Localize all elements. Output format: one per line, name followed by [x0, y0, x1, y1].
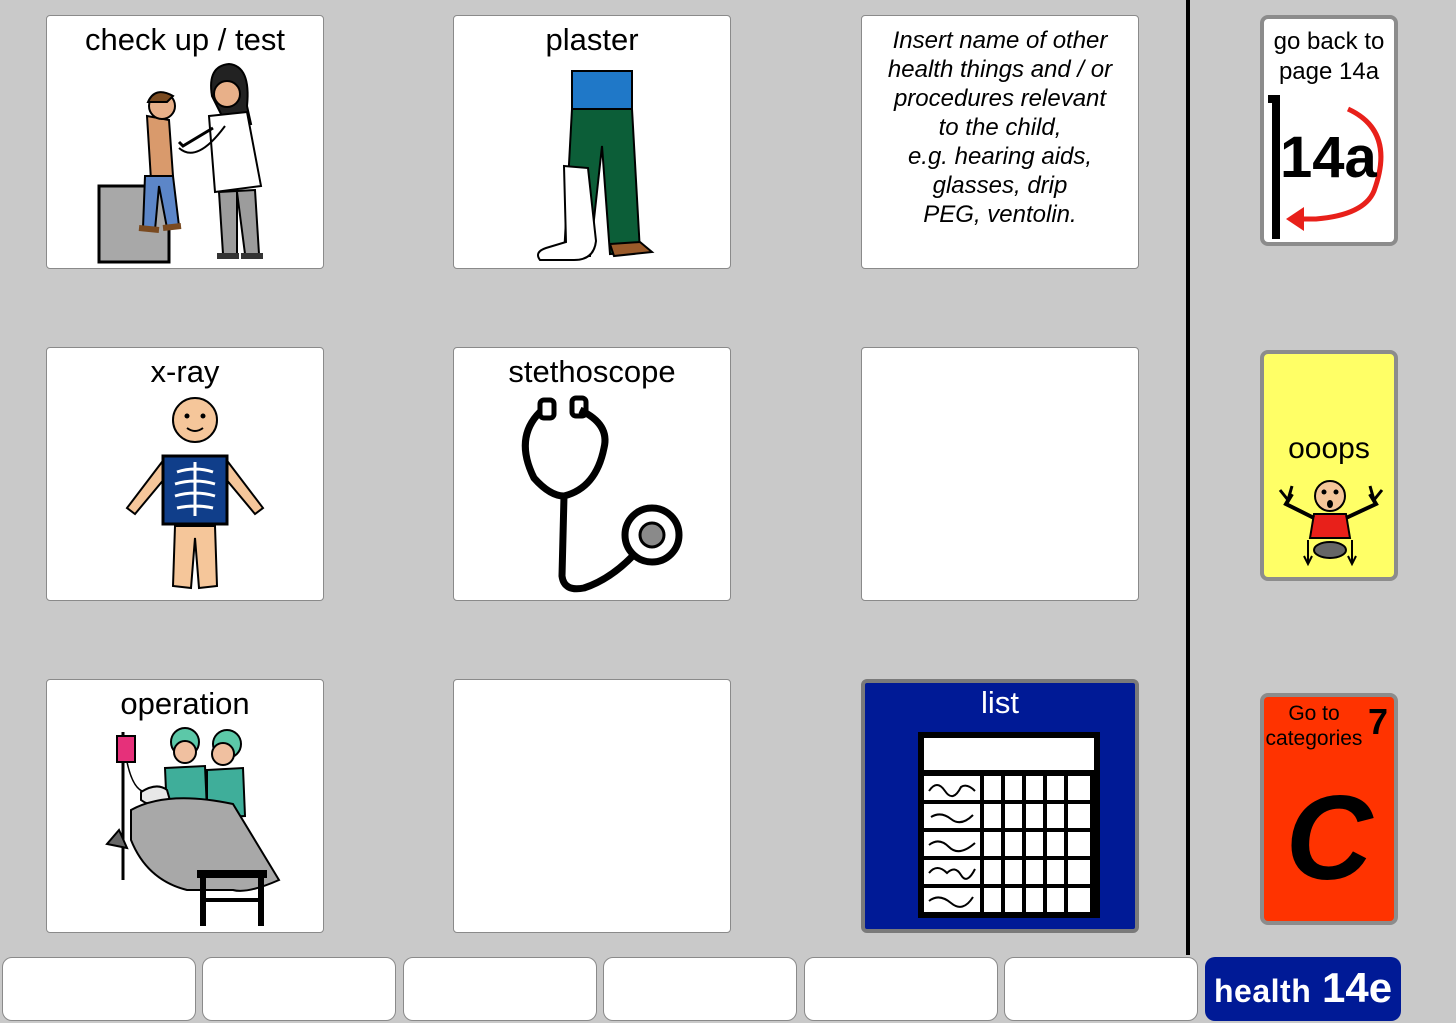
cell-empty[interactable]	[861, 347, 1139, 601]
note-line: e.g. hearing aids,	[907, 143, 1093, 170]
categories-letter-icon: C	[1285, 771, 1373, 905]
note-line: procedures relevant	[893, 85, 1107, 112]
oops-button[interactable]: ooops	[1260, 350, 1398, 581]
operation-icon	[105, 727, 281, 926]
cell-operation[interactable]: operation	[46, 679, 324, 933]
stethoscope-icon	[521, 395, 683, 593]
categories-number: 7	[1367, 701, 1388, 742]
xray-icon	[125, 397, 265, 590]
go-back-icon-text: 14a	[1280, 125, 1378, 190]
instruction-note: Insert name of other health things and /…	[870, 26, 1130, 229]
message-slot[interactable]	[403, 957, 597, 1021]
message-slot[interactable]	[2, 957, 196, 1021]
categories-label-line: Go to	[1288, 702, 1340, 725]
message-slot[interactable]	[603, 957, 797, 1021]
cell-check-up-test[interactable]: check up / test	[46, 15, 324, 269]
go-back-button[interactable]: go back to page 14a 14a	[1260, 15, 1398, 246]
note-line: PEG, ventolin.	[923, 201, 1077, 228]
categories-label-line: categories	[1265, 727, 1363, 750]
note-line: to the child,	[938, 114, 1062, 141]
cell-plaster[interactable]: plaster	[453, 15, 731, 269]
message-slot[interactable]	[1004, 957, 1198, 1021]
cell-stethoscope[interactable]: stethoscope	[453, 347, 731, 601]
oops-person-icon	[1278, 480, 1384, 567]
categories-label: Go to categories	[1264, 701, 1364, 751]
note-line: health things and / or	[887, 56, 1113, 83]
message-slot[interactable]	[804, 957, 998, 1021]
communication-board: check up / test plaster Insert name of o…	[0, 0, 1456, 1023]
list-table-icon	[918, 732, 1100, 918]
go-to-categories-button[interactable]: Go to categories 7 C	[1260, 693, 1398, 925]
cell-note-other-health-things[interactable]: Insert name of other health things and /…	[861, 15, 1139, 269]
note-line: glasses, drip	[932, 172, 1068, 199]
cell-list[interactable]: list	[861, 679, 1139, 933]
message-slot[interactable]	[202, 957, 396, 1021]
page-tag: health 14e	[1205, 957, 1401, 1021]
cell-empty[interactable]	[453, 679, 731, 933]
go-back-arrow-icon: 14a	[1268, 95, 1384, 239]
doctor-checkup-icon	[97, 62, 263, 264]
divider	[1186, 0, 1190, 955]
note-line: Insert name of other	[892, 27, 1108, 54]
page-number: 14e	[1322, 964, 1393, 1011]
page-name: health	[1214, 973, 1312, 1009]
plaster-cast-icon	[537, 70, 655, 261]
cell-x-ray[interactable]: x-ray	[46, 347, 324, 601]
